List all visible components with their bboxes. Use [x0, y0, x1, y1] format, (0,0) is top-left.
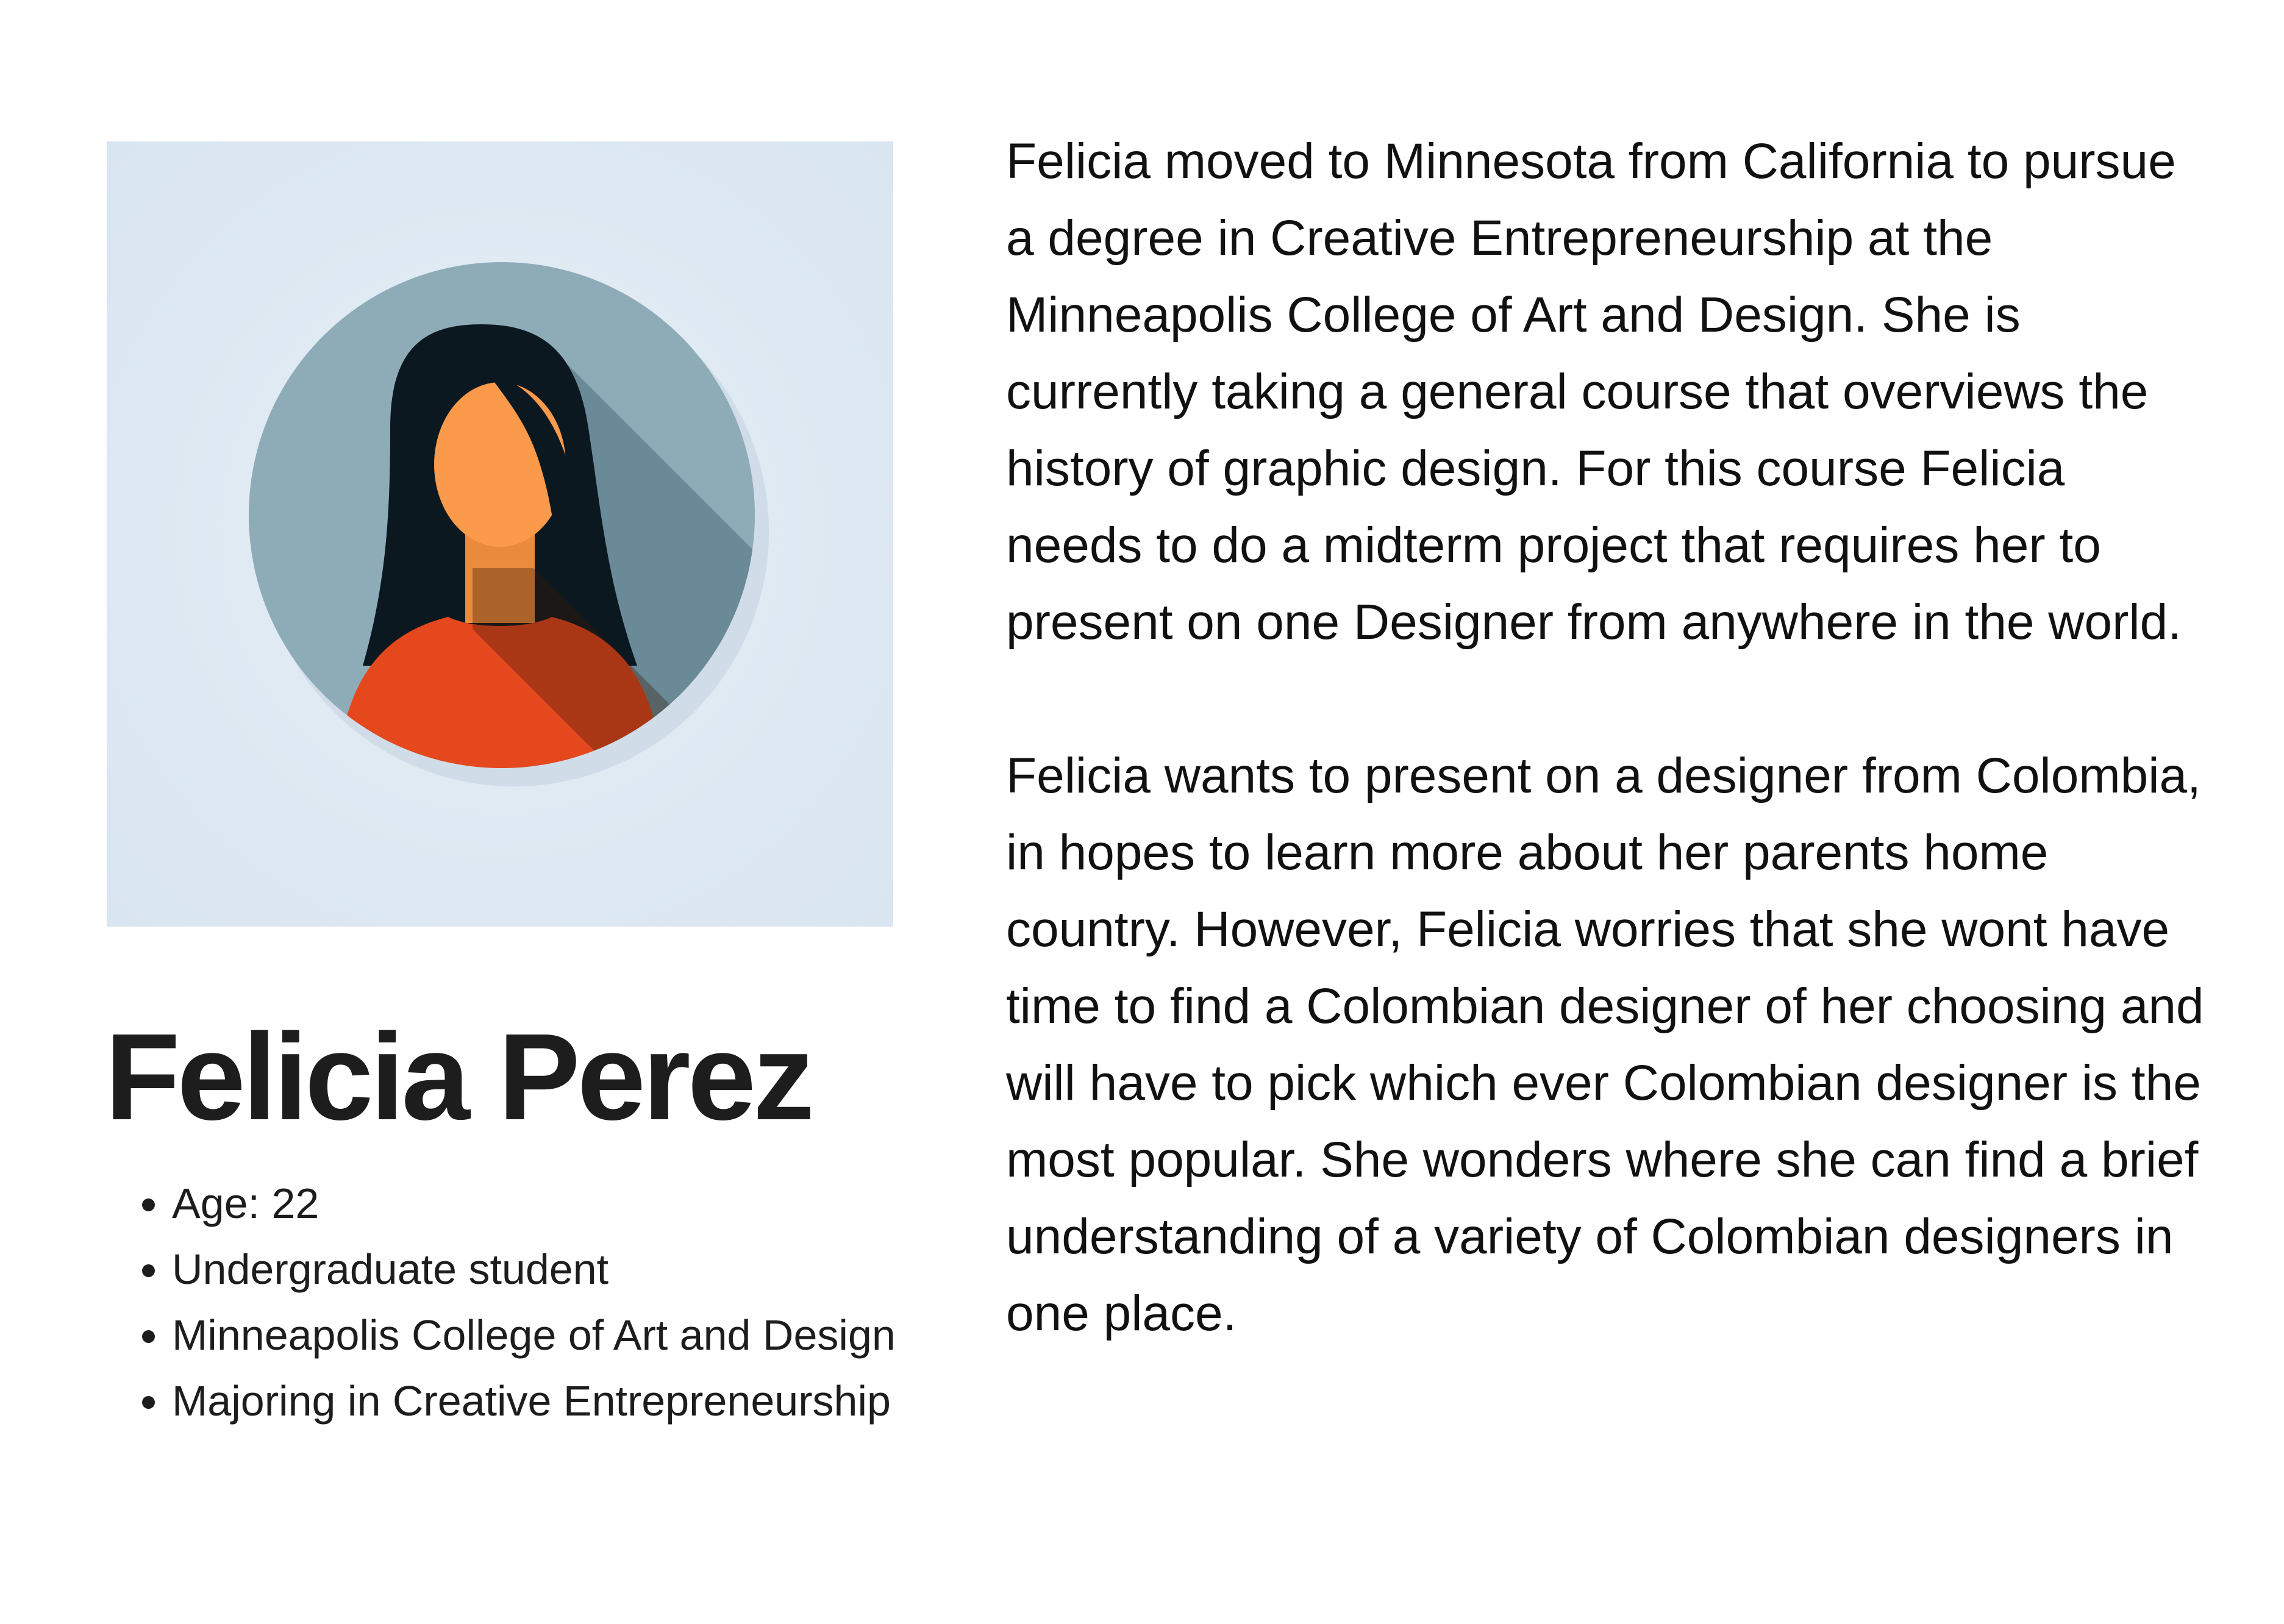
fact-major: Majoring in Creative Entrepreneurship — [172, 1368, 896, 1434]
bio-paragraph-background: Felicia moved to Minnesota from Californ… — [1006, 134, 2182, 650]
fact-status: Undergraduate student — [172, 1236, 896, 1302]
persona-name: Felicia Perez — [105, 1008, 815, 1145]
persona-avatar — [107, 141, 893, 927]
persona-bio: Felicia moved to Minnesota from Californ… — [1006, 123, 2213, 1352]
fact-school: Minneapolis College of Art and Design — [172, 1302, 896, 1368]
woman-avatar-icon — [107, 141, 893, 927]
persona-facts-list: Age: 22 Undergraduate student Minneapoli… — [117, 1170, 896, 1434]
fact-age: Age: 22 — [172, 1170, 896, 1236]
bio-paragraph-goals: Felicia wants to present on a designer f… — [1006, 748, 2204, 1341]
